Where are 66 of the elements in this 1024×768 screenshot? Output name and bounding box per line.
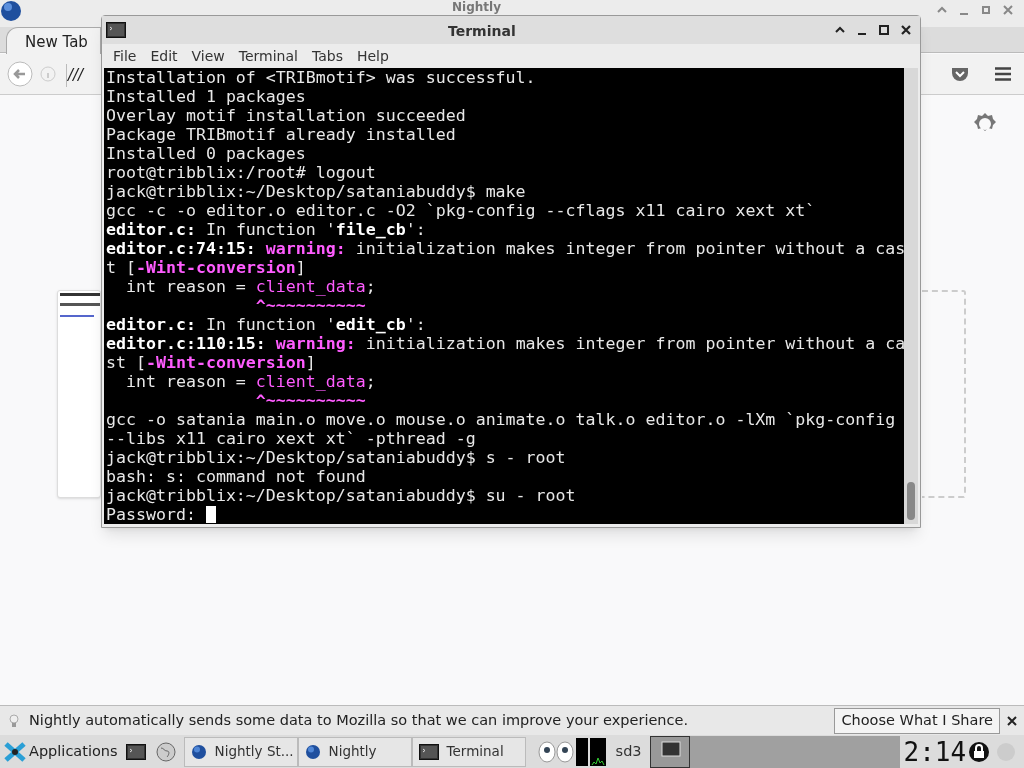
browser-tab[interactable]: New Tab xyxy=(6,27,101,54)
terminal-icon xyxy=(418,743,439,760)
menu-item[interactable]: File xyxy=(107,45,143,67)
menu-item[interactable]: Tabs xyxy=(305,45,349,67)
load-meter-icon xyxy=(575,737,606,766)
terminal-line: bash: s: command not found xyxy=(106,467,366,486)
notification-text: Nightly automatically sends some data to Mozilla so that we can improve your experience. xyxy=(29,710,689,730)
share-button[interactable]: Choose What I Share xyxy=(834,707,1000,734)
disk-label: sd3 xyxy=(615,741,642,761)
close-icon[interactable] xyxy=(900,24,912,36)
text-cursor xyxy=(205,506,216,523)
window-title: Nightly xyxy=(452,0,501,14)
eyes-icon xyxy=(537,740,574,763)
clock: 2:14 xyxy=(903,736,967,767)
workspace-pager[interactable] xyxy=(649,735,900,768)
window-title: Terminal xyxy=(448,22,516,41)
terminal-line: int reason = client_data; xyxy=(124,372,376,391)
taskbar-button[interactable]: Nightly xyxy=(297,736,412,767)
x-logo-icon[interactable] xyxy=(4,741,26,762)
terminal-line: t [-Wint-conversion] xyxy=(106,258,306,277)
terminal-line: editor.c: In function 'edit_cb': xyxy=(106,315,426,334)
terminal-line: editor.c:110:15: warning: initialization makes integer from pointer without a ca xyxy=(106,334,904,353)
web-browser-icon[interactable] xyxy=(155,741,176,762)
menu-icon[interactable] xyxy=(994,67,1012,81)
page-thumbnail[interactable] xyxy=(57,290,101,498)
taskbar-button[interactable]: Terminal xyxy=(411,736,526,767)
globe-icon xyxy=(304,743,321,760)
terminal-line: Overlay motif installation succeeded xyxy=(106,106,466,125)
menu-item[interactable]: Terminal xyxy=(232,45,304,67)
terminal-line: Installation of <TRIBmotif> was successful. xyxy=(106,68,536,87)
lock-icon[interactable] xyxy=(968,740,991,763)
terminal-line: editor.c: In function 'file_cb': xyxy=(106,220,426,239)
back-icon[interactable] xyxy=(7,61,33,87)
terminal-line: jack@tribblix:~/Desktop/sataniabuddy$ s - root xyxy=(106,448,566,467)
globe-icon xyxy=(1,1,21,21)
terminal-line: editor.c:74:15: warning: initialization makes integer from pointer without a cas xyxy=(106,239,904,258)
terminal-icon xyxy=(106,22,126,38)
menu-item[interactable]: Help xyxy=(350,45,395,67)
pocket-icon[interactable] xyxy=(950,65,970,83)
close-icon[interactable] xyxy=(1007,715,1017,726)
terminal-line: Password: xyxy=(106,505,196,524)
scrollbar[interactable] xyxy=(904,68,918,524)
taskbar-button[interactable]: Nightly St... xyxy=(183,736,298,767)
applications-menu[interactable]: Applications xyxy=(29,740,118,763)
maximize-icon[interactable] xyxy=(878,24,890,36)
address-field[interactable]: /// xyxy=(66,64,84,87)
globe-icon xyxy=(190,743,207,760)
terminal-line: --libs x11 cairo xext xt` -pthread -g xyxy=(106,429,476,448)
scrollbar-thumb[interactable] xyxy=(907,482,915,520)
menu-item[interactable]: Edit xyxy=(144,45,184,67)
terminal-line: ^~~~~~~~~~~ xyxy=(254,296,366,315)
terminal-line: jack@tribblix:~/Desktop/sataniabuddy$ su - root xyxy=(106,486,576,505)
lightbulb-icon xyxy=(9,713,19,728)
terminal-line: int reason = client_data; xyxy=(124,277,376,296)
terminal-line: gcc -o satania main.o move.o mouse.o animate.o talk.o editor.o -lXm `pkg-config xyxy=(106,410,896,429)
terminal-line: jack@tribblix:~/Desktop/sataniabuddy$ make xyxy=(106,182,526,201)
terminal-launcher-icon[interactable] xyxy=(125,743,146,760)
terminal-line: Installed 0 packages xyxy=(106,144,306,163)
terminal-line: ^~~~~~~~~~~ xyxy=(254,391,366,410)
terminal-line: Package TRIBmotif already installed xyxy=(106,125,456,144)
terminal-line: Installed 1 packages xyxy=(106,87,306,106)
terminal-line: root@tribblix:/root# logout xyxy=(106,163,376,182)
menu-item[interactable]: View xyxy=(185,45,231,67)
terminal-line: st [-Wint-conversion] xyxy=(106,353,316,372)
terminal-line: gcc -c -o editor.o editor.c -O2 `pkg-config --cflags x11 cairo xext xt` xyxy=(106,201,816,220)
terminal-thumbnail-icon[interactable] xyxy=(649,735,690,768)
